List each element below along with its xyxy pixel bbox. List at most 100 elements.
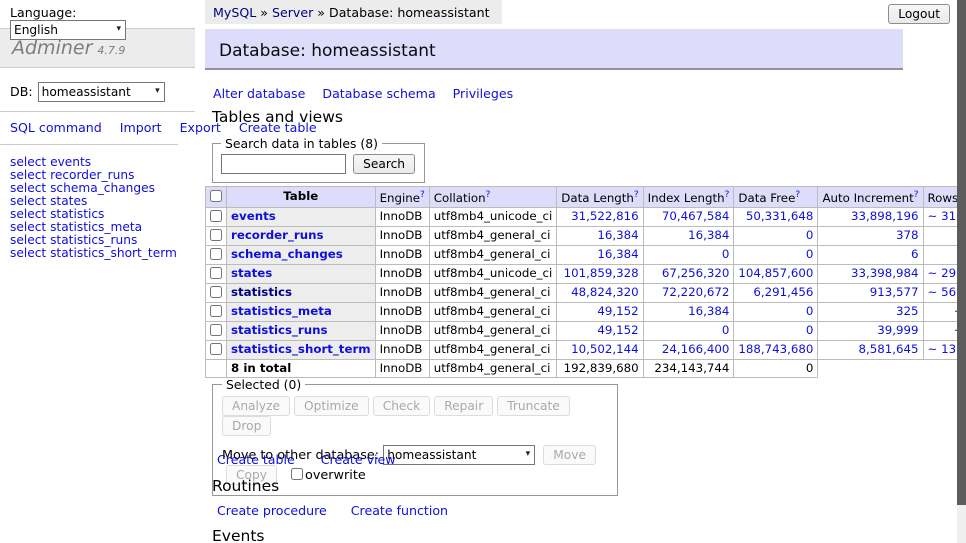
link-create-view[interactable]: Create view (321, 452, 396, 467)
data-length-link[interactable]: 16,384 (597, 247, 638, 261)
index-length-link[interactable]: 16,384 (688, 228, 729, 242)
row-checkbox[interactable] (210, 210, 222, 222)
logout-button[interactable]: Logout (888, 4, 950, 24)
db-select[interactable]: homeassistant (38, 82, 165, 102)
data-free-link[interactable]: 0 (806, 323, 814, 337)
data-free-link[interactable]: 0 (806, 247, 814, 261)
sidebar-item-select-statistics-short-term[interactable]: select statistics_short_term (10, 247, 195, 260)
breadcrumb-link-server[interactable]: Server (272, 5, 313, 20)
table-name-link[interactable]: recorder_runs (231, 228, 324, 242)
row-checkbox[interactable] (210, 324, 222, 336)
link-create-function[interactable]: Create function (351, 503, 448, 518)
optimize-button[interactable]: Optimize (294, 396, 369, 416)
link-create-table[interactable]: Create table (217, 452, 295, 467)
check-button[interactable]: Check (373, 396, 431, 416)
language-select[interactable]: English (10, 20, 126, 40)
column-header-table: Table (227, 187, 376, 208)
app-logo[interactable]: Adminer (12, 37, 92, 59)
data-length-link[interactable]: 31,522,816 (571, 209, 639, 223)
row-checkbox[interactable] (210, 343, 222, 355)
data-length-link[interactable]: 16,384 (597, 228, 638, 242)
row-checkbox[interactable] (210, 305, 222, 317)
index-length-link-cell: 0 (643, 245, 734, 264)
column-hint-icon[interactable]: ? (634, 190, 639, 200)
data-length-link-cell: 31,522,816 (557, 207, 643, 226)
drop-button[interactable]: Drop (222, 416, 271, 436)
column-hint-icon[interactable]: ? (914, 190, 919, 200)
column-hint-icon[interactable]: ? (420, 190, 425, 200)
auto-increment-link[interactable]: 33,898,196 (851, 209, 919, 223)
table-name-link[interactable]: statistics (231, 285, 292, 299)
overwrite-checkbox[interactable] (291, 468, 303, 480)
scrollbar-thumb[interactable] (957, 0, 966, 505)
action-link-database-schema[interactable]: Database schema (322, 86, 435, 101)
sidebar-link-import[interactable]: Import (120, 120, 162, 135)
auto-increment-link[interactable]: 33,398,984 (851, 266, 919, 280)
data-length-link[interactable]: 49,152 (597, 304, 638, 318)
footer-data-length: 192,839,680 (557, 359, 643, 377)
table-name-link[interactable]: statistics_short_term (231, 342, 371, 356)
action-link-privileges[interactable]: Privileges (453, 86, 514, 101)
table-name-link[interactable]: schema_changes (231, 247, 343, 261)
data-free-link-cell: 0 (734, 321, 818, 340)
data-free-link[interactable]: 188,743,680 (738, 342, 813, 356)
index-length-link[interactable]: 72,220,672 (662, 285, 730, 299)
data-free-link[interactable]: 0 (806, 304, 814, 318)
auto-increment-link[interactable]: 8,581,645 (858, 342, 918, 356)
sidebar: Language:English Adminer4.7.9 DB:homeass… (0, 0, 195, 543)
move-button[interactable]: Move (543, 445, 596, 465)
row-checkbox[interactable] (210, 267, 222, 279)
sidebar-link-sql-command[interactable]: SQL command (10, 120, 102, 135)
column-header-data-free: Data Free? (734, 187, 818, 208)
breadcrumb-link-mysql[interactable]: MySQL (213, 5, 256, 20)
table-name-link[interactable]: events (231, 209, 276, 223)
index-length-link-cell: 24,166,400 (643, 340, 734, 359)
row-checkbox-cell (206, 226, 227, 245)
table-name-cell: schema_changes (227, 245, 376, 264)
repair-button[interactable]: Repair (434, 396, 493, 416)
auto-increment-link[interactable]: 325 (896, 304, 919, 318)
sidebar-table-links: select eventsselect recorder_runsselect … (0, 145, 195, 260)
data-length-link[interactable]: 101,859,328 (564, 266, 639, 280)
action-link-alter-database[interactable]: Alter database (213, 86, 305, 101)
row-checkbox-cell (206, 207, 227, 226)
column-hint-icon[interactable]: ? (725, 190, 730, 200)
index-length-link-cell: 16,384 (643, 302, 734, 321)
table-name-link[interactable]: statistics_runs (231, 323, 328, 337)
row-checkbox[interactable] (210, 286, 222, 298)
index-length-link[interactable]: 24,166,400 (662, 342, 730, 356)
index-length-link[interactable]: 0 (722, 247, 730, 261)
data-length-link[interactable]: 10,502,144 (571, 342, 639, 356)
column-hint-icon[interactable]: ? (795, 190, 800, 200)
language-label: Language: (10, 5, 76, 20)
select-all-checkbox[interactable] (210, 190, 222, 202)
data-free-link[interactable]: 6,291,456 (753, 285, 813, 299)
index-length-link[interactable]: 70,467,584 (662, 209, 730, 223)
data-free-link[interactable]: 0 (806, 228, 814, 242)
column-hint-icon[interactable]: ? (486, 190, 491, 200)
data-free-link[interactable]: 104,857,600 (738, 266, 813, 280)
selected-buttons-row: AnalyzeOptimizeCheckRepairTruncate Drop (222, 396, 607, 436)
index-length-link[interactable]: 16,384 (688, 304, 729, 318)
analyze-button[interactable]: Analyze (222, 396, 290, 416)
table-name-link[interactable]: statistics_meta (231, 304, 332, 318)
auto-increment-link[interactable]: 913,577 (870, 285, 919, 299)
truncate-button[interactable]: Truncate (497, 396, 570, 416)
table-row: statistics_metaInnoDButf8mb4_general_ci4… (206, 302, 966, 321)
index-length-link[interactable]: 0 (722, 323, 730, 337)
table-row: statistics_runsInnoDButf8mb4_general_ci4… (206, 321, 966, 340)
index-length-link[interactable]: 67,256,320 (662, 266, 730, 280)
tables-section-title: Tables and views (212, 108, 343, 126)
data-length-link[interactable]: 48,824,320 (571, 285, 639, 299)
auto-increment-link[interactable]: 378 (896, 228, 919, 242)
row-checkbox[interactable] (210, 248, 222, 260)
auto-increment-link[interactable]: 6 (911, 247, 919, 261)
table-name-link[interactable]: states (231, 266, 272, 280)
data-length-link[interactable]: 49,152 (597, 323, 638, 337)
search-input[interactable] (221, 154, 346, 174)
link-create-procedure[interactable]: Create procedure (217, 503, 327, 518)
search-button[interactable]: Search (353, 154, 415, 174)
auto-increment-link[interactable]: 39,999 (877, 323, 918, 337)
row-checkbox[interactable] (210, 229, 222, 241)
data-free-link[interactable]: 50,331,648 (746, 209, 814, 223)
